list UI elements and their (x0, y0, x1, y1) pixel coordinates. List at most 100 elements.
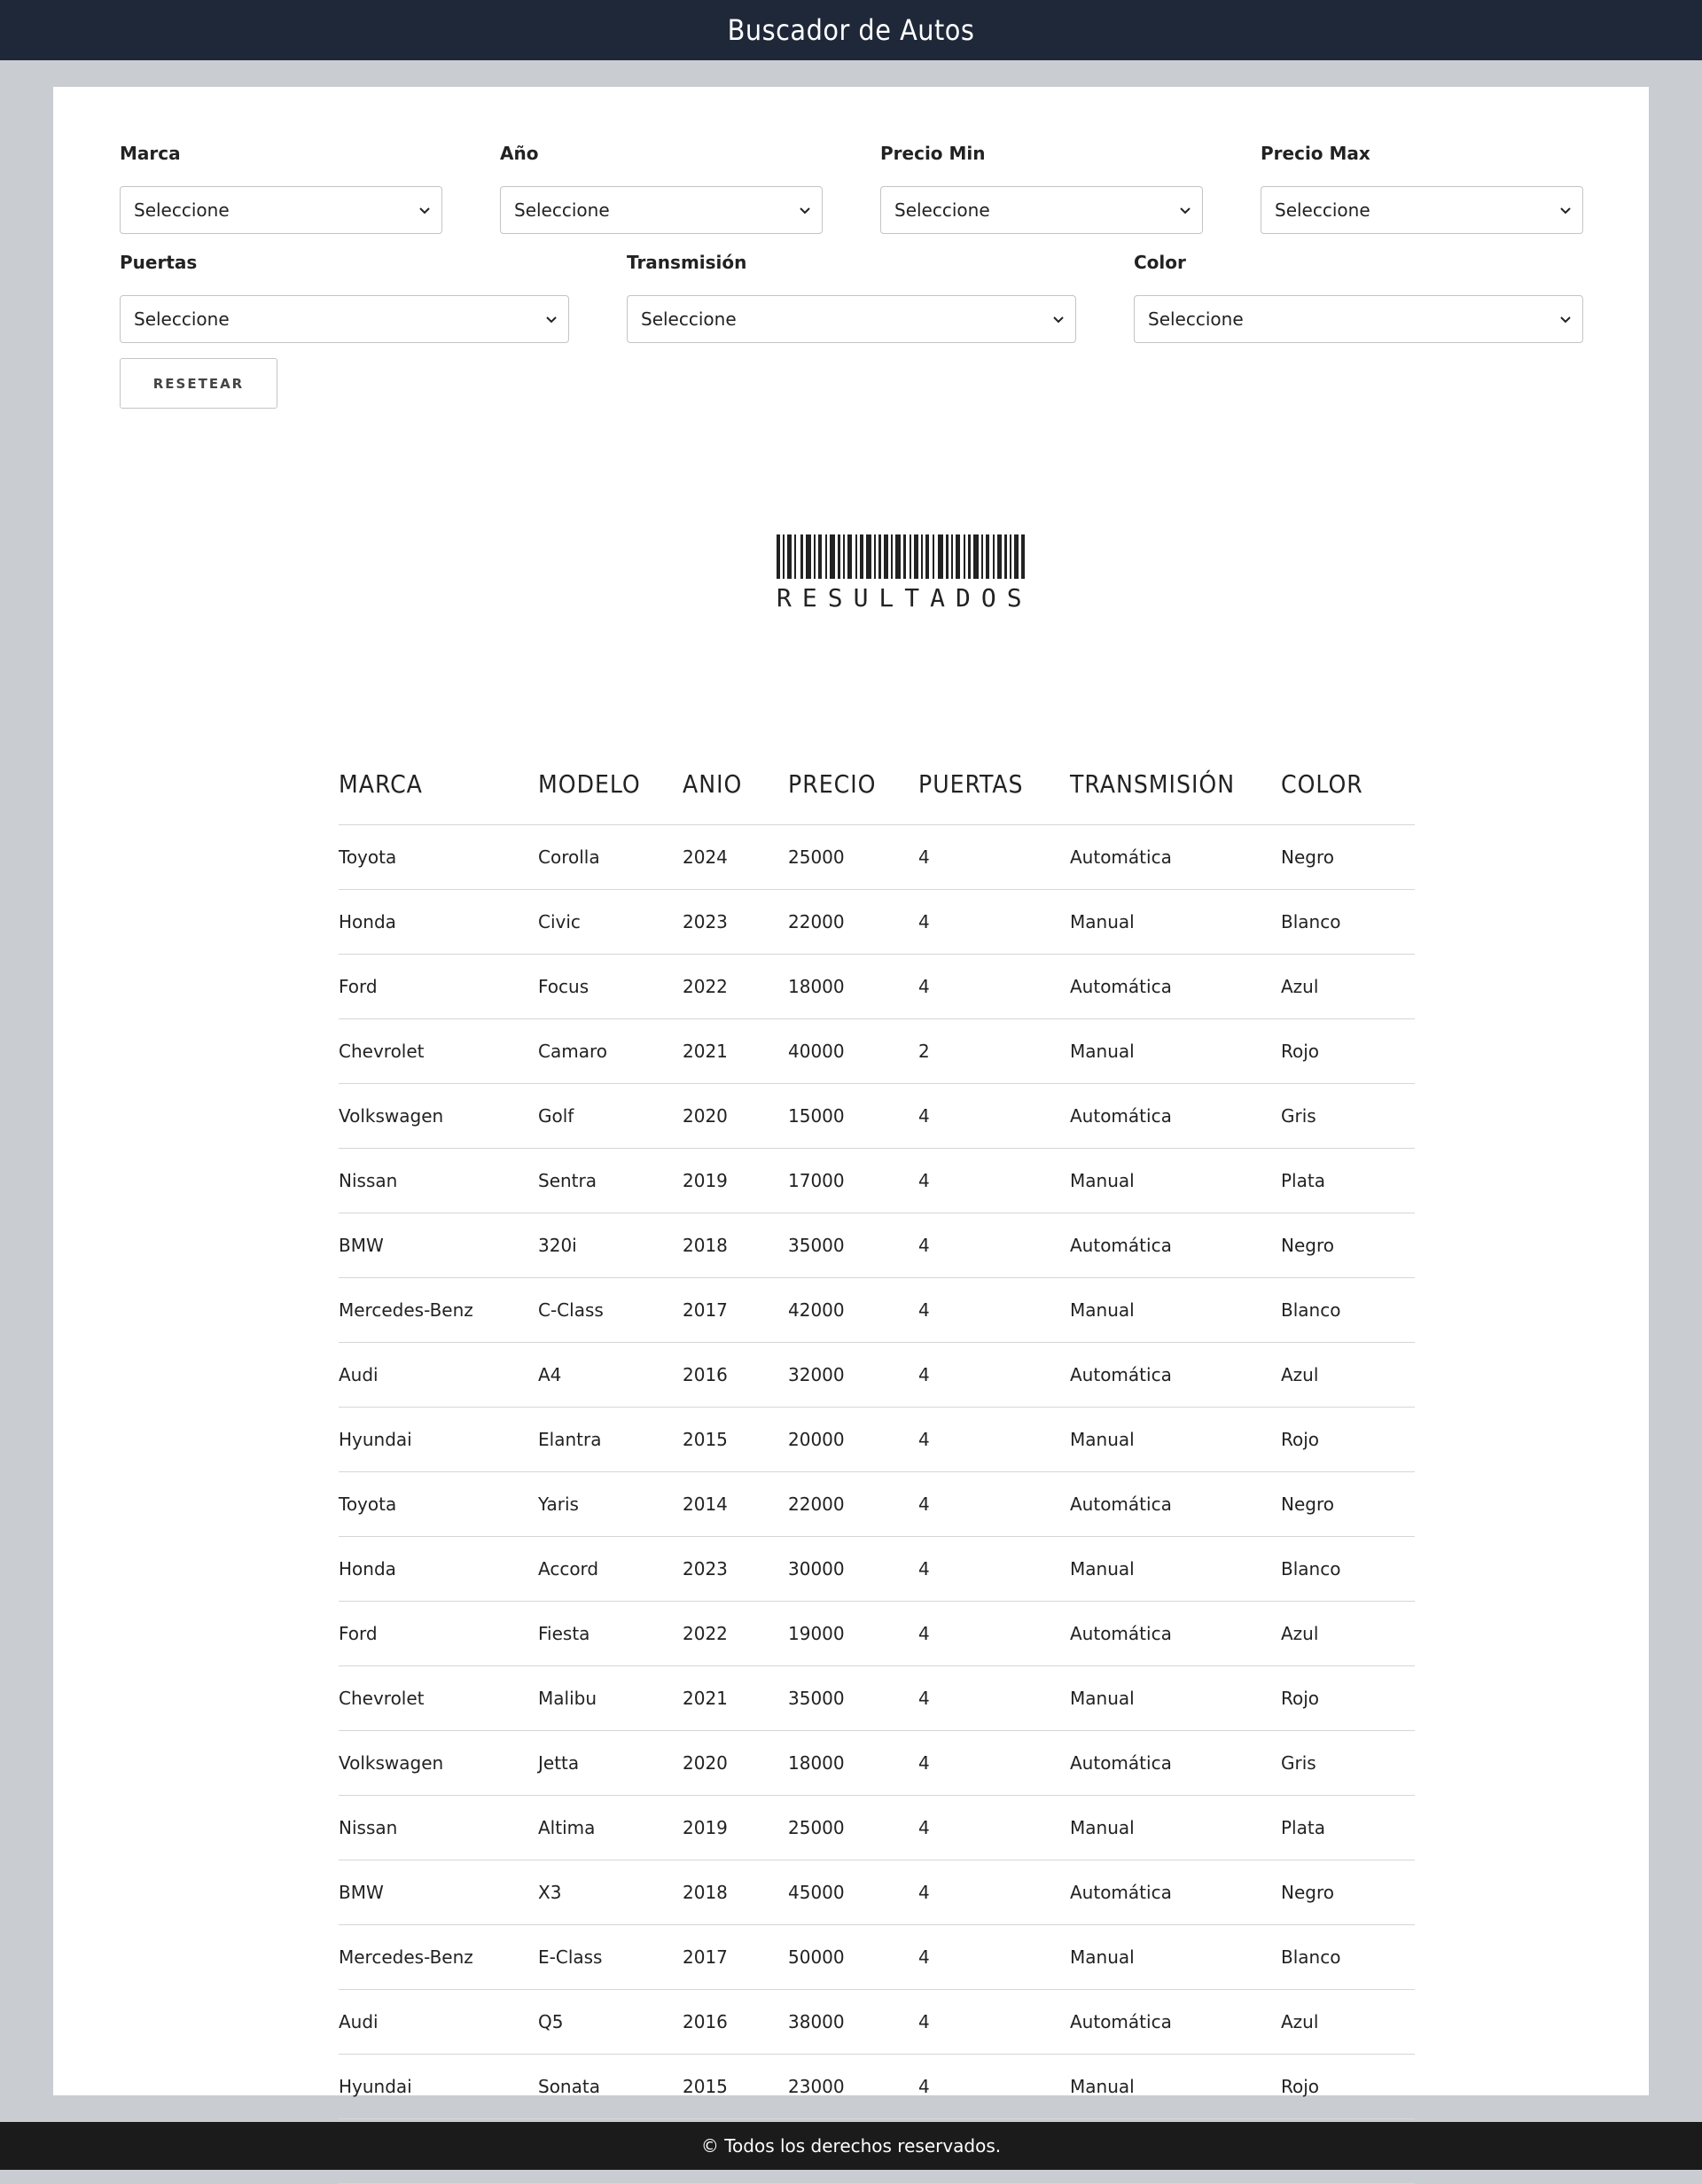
cell-precio: 32000 (788, 1342, 918, 1408)
table-row: BMW X3 2018 45000 4 Automática Negro (339, 1860, 1415, 1925)
cell-color: Negro (1281, 824, 1415, 890)
cell-color: Azul (1281, 1989, 1415, 2055)
transmision-select[interactable]: Seleccione (627, 295, 1076, 343)
cell-precio: 25000 (788, 824, 918, 890)
cell-marca: Mercedes-Benz (339, 1277, 538, 1343)
cell-marca: Audi (339, 1989, 538, 2055)
transmision-select-value: Seleccione (641, 308, 737, 330)
column-header-marca[interactable]: Marca (339, 743, 538, 825)
cell-color: Negro (1281, 1860, 1415, 1925)
cell-puertas: 4 (918, 1665, 1070, 1731)
table-row: Toyota Yaris 2014 22000 4 Automática Negro (339, 1471, 1415, 1537)
cell-marca: Toyota (339, 824, 538, 890)
column-header-puertas[interactable]: Puertas (918, 743, 1070, 825)
cell-marca: Honda (339, 889, 538, 955)
cell-transmision: Automática (1070, 1860, 1281, 1925)
cell-modelo: Malibu (538, 1665, 683, 1731)
table-row: Nissan Altima 2019 25000 4 Manual Plata (339, 1795, 1415, 1860)
table-row: Hyundai Elantra 2015 20000 4 Manual Rojo (339, 1407, 1415, 1472)
column-header-color[interactable]: Color (1281, 743, 1415, 825)
cell-transmision: Manual (1070, 1407, 1281, 1472)
filter-color-label: Color (1134, 252, 1186, 273)
cell-anio: 2022 (683, 954, 788, 1019)
marca-select[interactable]: Seleccione (120, 186, 442, 234)
main-card: Marca Seleccione Año Seleccione Precio M… (53, 87, 1649, 2184)
cell-anio: 2018 (683, 1213, 788, 1278)
cell-marca: Volkswagen (339, 1730, 538, 1796)
cell-anio: 2022 (683, 1601, 788, 1666)
cell-precio: 25000 (788, 1795, 918, 1860)
cell-precio: 23000 (788, 2054, 918, 2119)
cell-marca: Nissan (339, 1148, 538, 1213)
filter-precio-max: Precio Max Seleccione (1261, 140, 1583, 234)
cell-transmision: Automática (1070, 1989, 1281, 2055)
table-row: Volkswagen Golf 2020 15000 4 Automática Gris (339, 1083, 1415, 1149)
cell-color: Gris (1281, 1083, 1415, 1149)
column-header-precio[interactable]: Precio (788, 743, 918, 825)
cell-modelo: Civic (538, 889, 683, 955)
cell-anio: 2021 (683, 1665, 788, 1731)
results-table-body: Toyota Corolla 2024 25000 4 Automática Negro Ho… (339, 824, 1415, 2184)
puertas-select-value: Seleccione (134, 308, 230, 330)
anio-select[interactable]: Seleccione (500, 186, 823, 234)
cell-puertas: 4 (918, 1536, 1070, 1602)
cell-marca: Mercedes-Benz (339, 1924, 538, 1990)
cell-puertas: 2 (918, 1018, 1070, 1084)
barcode-icon (777, 534, 1025, 579)
cell-modelo: A4 (538, 1342, 683, 1408)
color-select-value: Seleccione (1148, 308, 1244, 330)
cell-puertas: 4 (918, 1277, 1070, 1343)
color-select[interactable]: Seleccione (1134, 295, 1583, 343)
reset-button[interactable]: RESETEAR (120, 358, 277, 409)
cell-anio: 2023 (683, 889, 788, 955)
precio-max-select[interactable]: Seleccione (1261, 186, 1583, 234)
cell-color: Plata (1281, 1148, 1415, 1213)
filter-marca-label: Marca (120, 143, 181, 164)
cell-marca: Toyota (339, 1471, 538, 1537)
cell-anio: 2023 (683, 1536, 788, 1602)
cell-color: Negro (1281, 1471, 1415, 1537)
cell-modelo: Altima (538, 1795, 683, 1860)
cell-anio: 2016 (683, 1342, 788, 1408)
cell-color: Blanco (1281, 1924, 1415, 1990)
cell-transmision: Automática (1070, 1213, 1281, 1278)
cell-modelo: 320i (538, 1213, 683, 1278)
table-row: BMW 320i 2018 35000 4 Automática Negro (339, 1213, 1415, 1278)
cell-precio: 35000 (788, 1665, 918, 1731)
cell-marca: Hyundai (339, 1407, 538, 1472)
cell-modelo: Camaro (538, 1018, 683, 1084)
chevron-down-icon (1560, 207, 1571, 214)
table-row: Mercedes-Benz C-Class 2017 42000 4 Manual Blan… (339, 1277, 1415, 1343)
cell-color: Azul (1281, 1342, 1415, 1408)
footer: © Todos los derechos reservados. (0, 2122, 1702, 2170)
anio-select-value: Seleccione (514, 199, 610, 221)
cell-precio: 42000 (788, 1277, 918, 1343)
cell-puertas: 4 (918, 1860, 1070, 1925)
column-header-transmision[interactable]: Transmisión (1070, 743, 1281, 825)
cell-marca: Audi (339, 1342, 538, 1408)
cell-color: Rojo (1281, 1407, 1415, 1472)
cell-precio: 22000 (788, 1471, 918, 1537)
precio-min-select[interactable]: Seleccione (880, 186, 1203, 234)
chevron-down-icon (546, 316, 557, 324)
cell-anio: 2020 (683, 1730, 788, 1796)
filter-color: Color Seleccione (1134, 249, 1583, 343)
table-row: Volkswagen Jetta 2020 18000 4 Automática Gris (339, 1730, 1415, 1796)
cell-transmision: Manual (1070, 1665, 1281, 1731)
puertas-select[interactable]: Seleccione (120, 295, 569, 343)
cell-puertas: 4 (918, 954, 1070, 1019)
filter-anio: Año Seleccione (500, 140, 823, 234)
column-header-modelo[interactable]: Modelo (538, 743, 683, 825)
cell-transmision: Automática (1070, 1342, 1281, 1408)
cell-marca: Chevrolet (339, 1018, 538, 1084)
filter-transmision: Transmisión Seleccione (627, 249, 1076, 343)
cell-transmision: Manual (1070, 2054, 1281, 2119)
column-header-anio[interactable]: Anio (683, 743, 788, 825)
cell-modelo: Golf (538, 1083, 683, 1149)
cell-precio: 35000 (788, 1213, 918, 1278)
cell-color: Gris (1281, 1730, 1415, 1796)
cell-color: Plata (1281, 1795, 1415, 1860)
precio-min-select-value: Seleccione (894, 199, 990, 221)
cell-color: Negro (1281, 1213, 1415, 1278)
cell-puertas: 4 (918, 1083, 1070, 1149)
